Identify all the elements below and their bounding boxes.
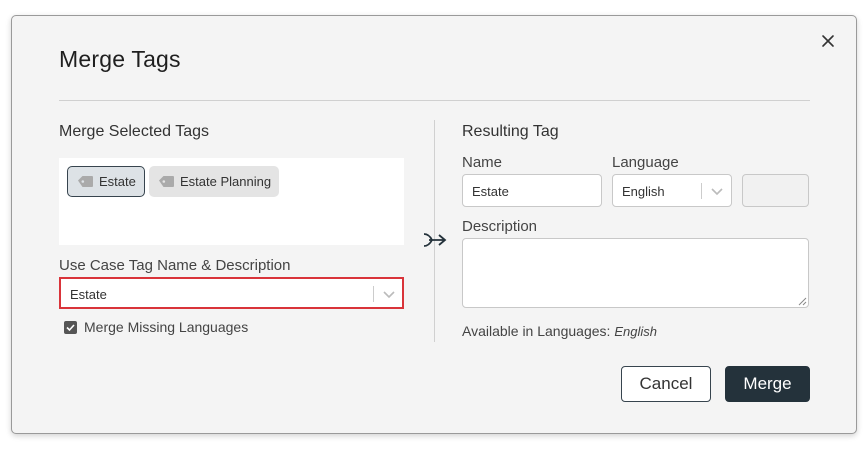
selected-tags-box: Estate Estate Planning — [59, 158, 404, 245]
checkmark-icon — [66, 324, 75, 332]
tag-chip-label: Estate Planning — [180, 174, 272, 189]
tag-chip-estate[interactable]: Estate — [67, 166, 145, 197]
name-label: Name — [462, 154, 503, 171]
dialog-title: Merge Tags — [59, 46, 181, 72]
merge-tags-dialog: Merge Tags Merge Selected Tags Estate Es… — [11, 15, 857, 434]
available-languages-value: English — [614, 324, 657, 339]
select-separator — [373, 286, 374, 302]
merge-button[interactable]: Merge — [725, 366, 810, 402]
tag-chip-estate-planning[interactable]: Estate Planning — [149, 166, 280, 197]
language-select[interactable]: English — [612, 174, 732, 207]
name-input-value: Estate — [472, 184, 509, 199]
description-label: Description — [462, 218, 538, 235]
resulting-tag-heading: Resulting Tag — [462, 123, 559, 140]
close-icon[interactable] — [819, 32, 837, 50]
tag-chip-label: Estate — [99, 174, 136, 189]
use-case-select[interactable]: Estate — [59, 277, 404, 309]
chevron-down-icon[interactable] — [710, 185, 724, 197]
use-case-label: Use Case Tag Name & Description — [59, 257, 291, 274]
chevron-down-icon[interactable] — [382, 288, 396, 300]
header-divider — [59, 100, 810, 101]
merge-missing-languages-checkbox[interactable] — [64, 321, 77, 334]
resize-grip-icon[interactable] — [798, 297, 807, 306]
language-select-value: English — [622, 184, 665, 199]
merge-selected-tags-heading: Merge Selected Tags — [59, 123, 210, 140]
select-separator — [701, 183, 702, 199]
tag-icon — [159, 176, 174, 187]
available-languages-label: Available in Languages: — [462, 323, 611, 339]
merge-arrow-icon — [423, 233, 447, 247]
language-label: Language — [612, 154, 679, 171]
use-case-select-value: Estate — [70, 287, 107, 302]
description-textarea[interactable] — [462, 238, 809, 308]
cancel-button[interactable]: Cancel — [621, 366, 711, 402]
extra-field[interactable] — [742, 174, 809, 207]
tag-icon — [78, 176, 93, 187]
name-input[interactable]: Estate — [462, 174, 602, 207]
available-languages: Available in Languages: English — [462, 323, 657, 339]
merge-missing-languages-label: Merge Missing Languages — [84, 319, 249, 335]
